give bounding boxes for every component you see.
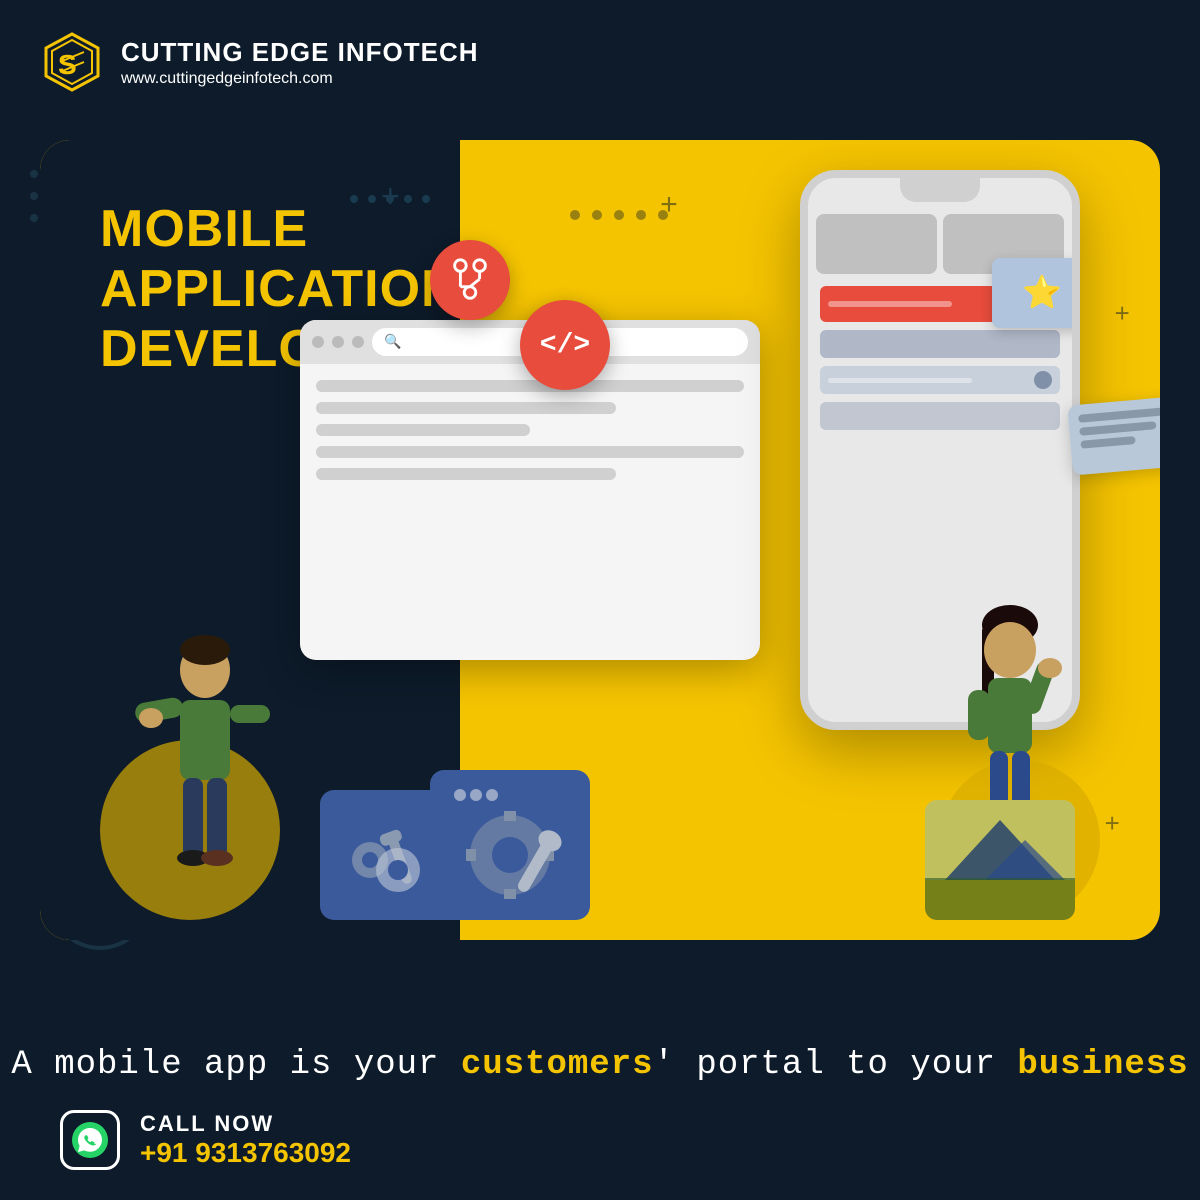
browser-dot-1 <box>312 336 324 348</box>
code-badge: </> <box>520 300 610 390</box>
tagline-business: business <box>1017 1046 1188 1084</box>
float-card <box>1067 394 1160 475</box>
plus-icon-2: + <box>1114 300 1130 330</box>
content-line-3 <box>316 424 530 436</box>
tagline-text: A mobile app is your customers' portal t… <box>0 1042 1200 1090</box>
content-line-5 <box>316 468 616 480</box>
browser-dot-2 <box>332 336 344 348</box>
main-illustration-card: MOBILE APPLICATION DEVELOPMENT + <box>40 140 1160 940</box>
float-line-3 <box>1080 436 1135 449</box>
svg-text:S: S <box>58 49 77 80</box>
content-line-4 <box>316 446 744 458</box>
character-left-svg <box>100 570 310 940</box>
phone-notch <box>900 178 980 202</box>
whatsapp-icon[interactable] <box>60 1110 120 1170</box>
company-logo-icon: S <box>40 30 105 95</box>
code-icon: </> <box>540 330 590 361</box>
phone-box-1 <box>816 214 937 274</box>
content-line-2 <box>316 402 616 414</box>
cta-section: CALL NOW +91 9313763092 <box>60 1110 351 1170</box>
call-now-label: CALL NOW <box>140 1111 351 1137</box>
phone-number: +91 9313763092 <box>140 1137 351 1169</box>
company-name: CUTTING EDGE INFOTECH <box>121 37 479 68</box>
float-line-2 <box>1079 421 1156 436</box>
tool-box-large <box>430 770 590 920</box>
git-badge <box>430 240 510 320</box>
float-line-1 <box>1078 405 1160 423</box>
browser-body <box>300 364 760 496</box>
header: S CUTTING EDGE INFOTECH www.cuttingedgei… <box>40 30 479 95</box>
phone-gray-bar-2 <box>820 366 1060 394</box>
landscape-image-box <box>925 800 1075 920</box>
bar-dot-blue <box>1034 371 1052 389</box>
tagline-section: A mobile app is your customers' portal t… <box>0 1042 1200 1090</box>
phone-gray-bar-1 <box>820 330 1060 358</box>
plus-icon-dark: + <box>381 180 400 217</box>
page-wrapper: S CUTTING EDGE INFOTECH www.cuttingedgei… <box>0 0 1200 1200</box>
content-line-1 <box>316 380 744 392</box>
search-icon: 🔍 <box>384 334 401 351</box>
star-icon: ⭐ <box>1022 273 1062 313</box>
call-info: CALL NOW +91 9313763092 <box>140 1111 351 1169</box>
company-info: CUTTING EDGE INFOTECH www.cuttingedgeinf… <box>121 37 479 88</box>
browser-dot-3 <box>352 336 364 348</box>
phone-star-card: ⭐ <box>992 258 1080 328</box>
tagline-customers: customers <box>461 1046 654 1084</box>
phone-gray-bar-3 <box>820 402 1060 430</box>
dots-yellow-area <box>570 210 668 220</box>
company-url: www.cuttingedgeinfotech.com <box>121 70 479 88</box>
plus-icon-1: + <box>660 190 678 224</box>
